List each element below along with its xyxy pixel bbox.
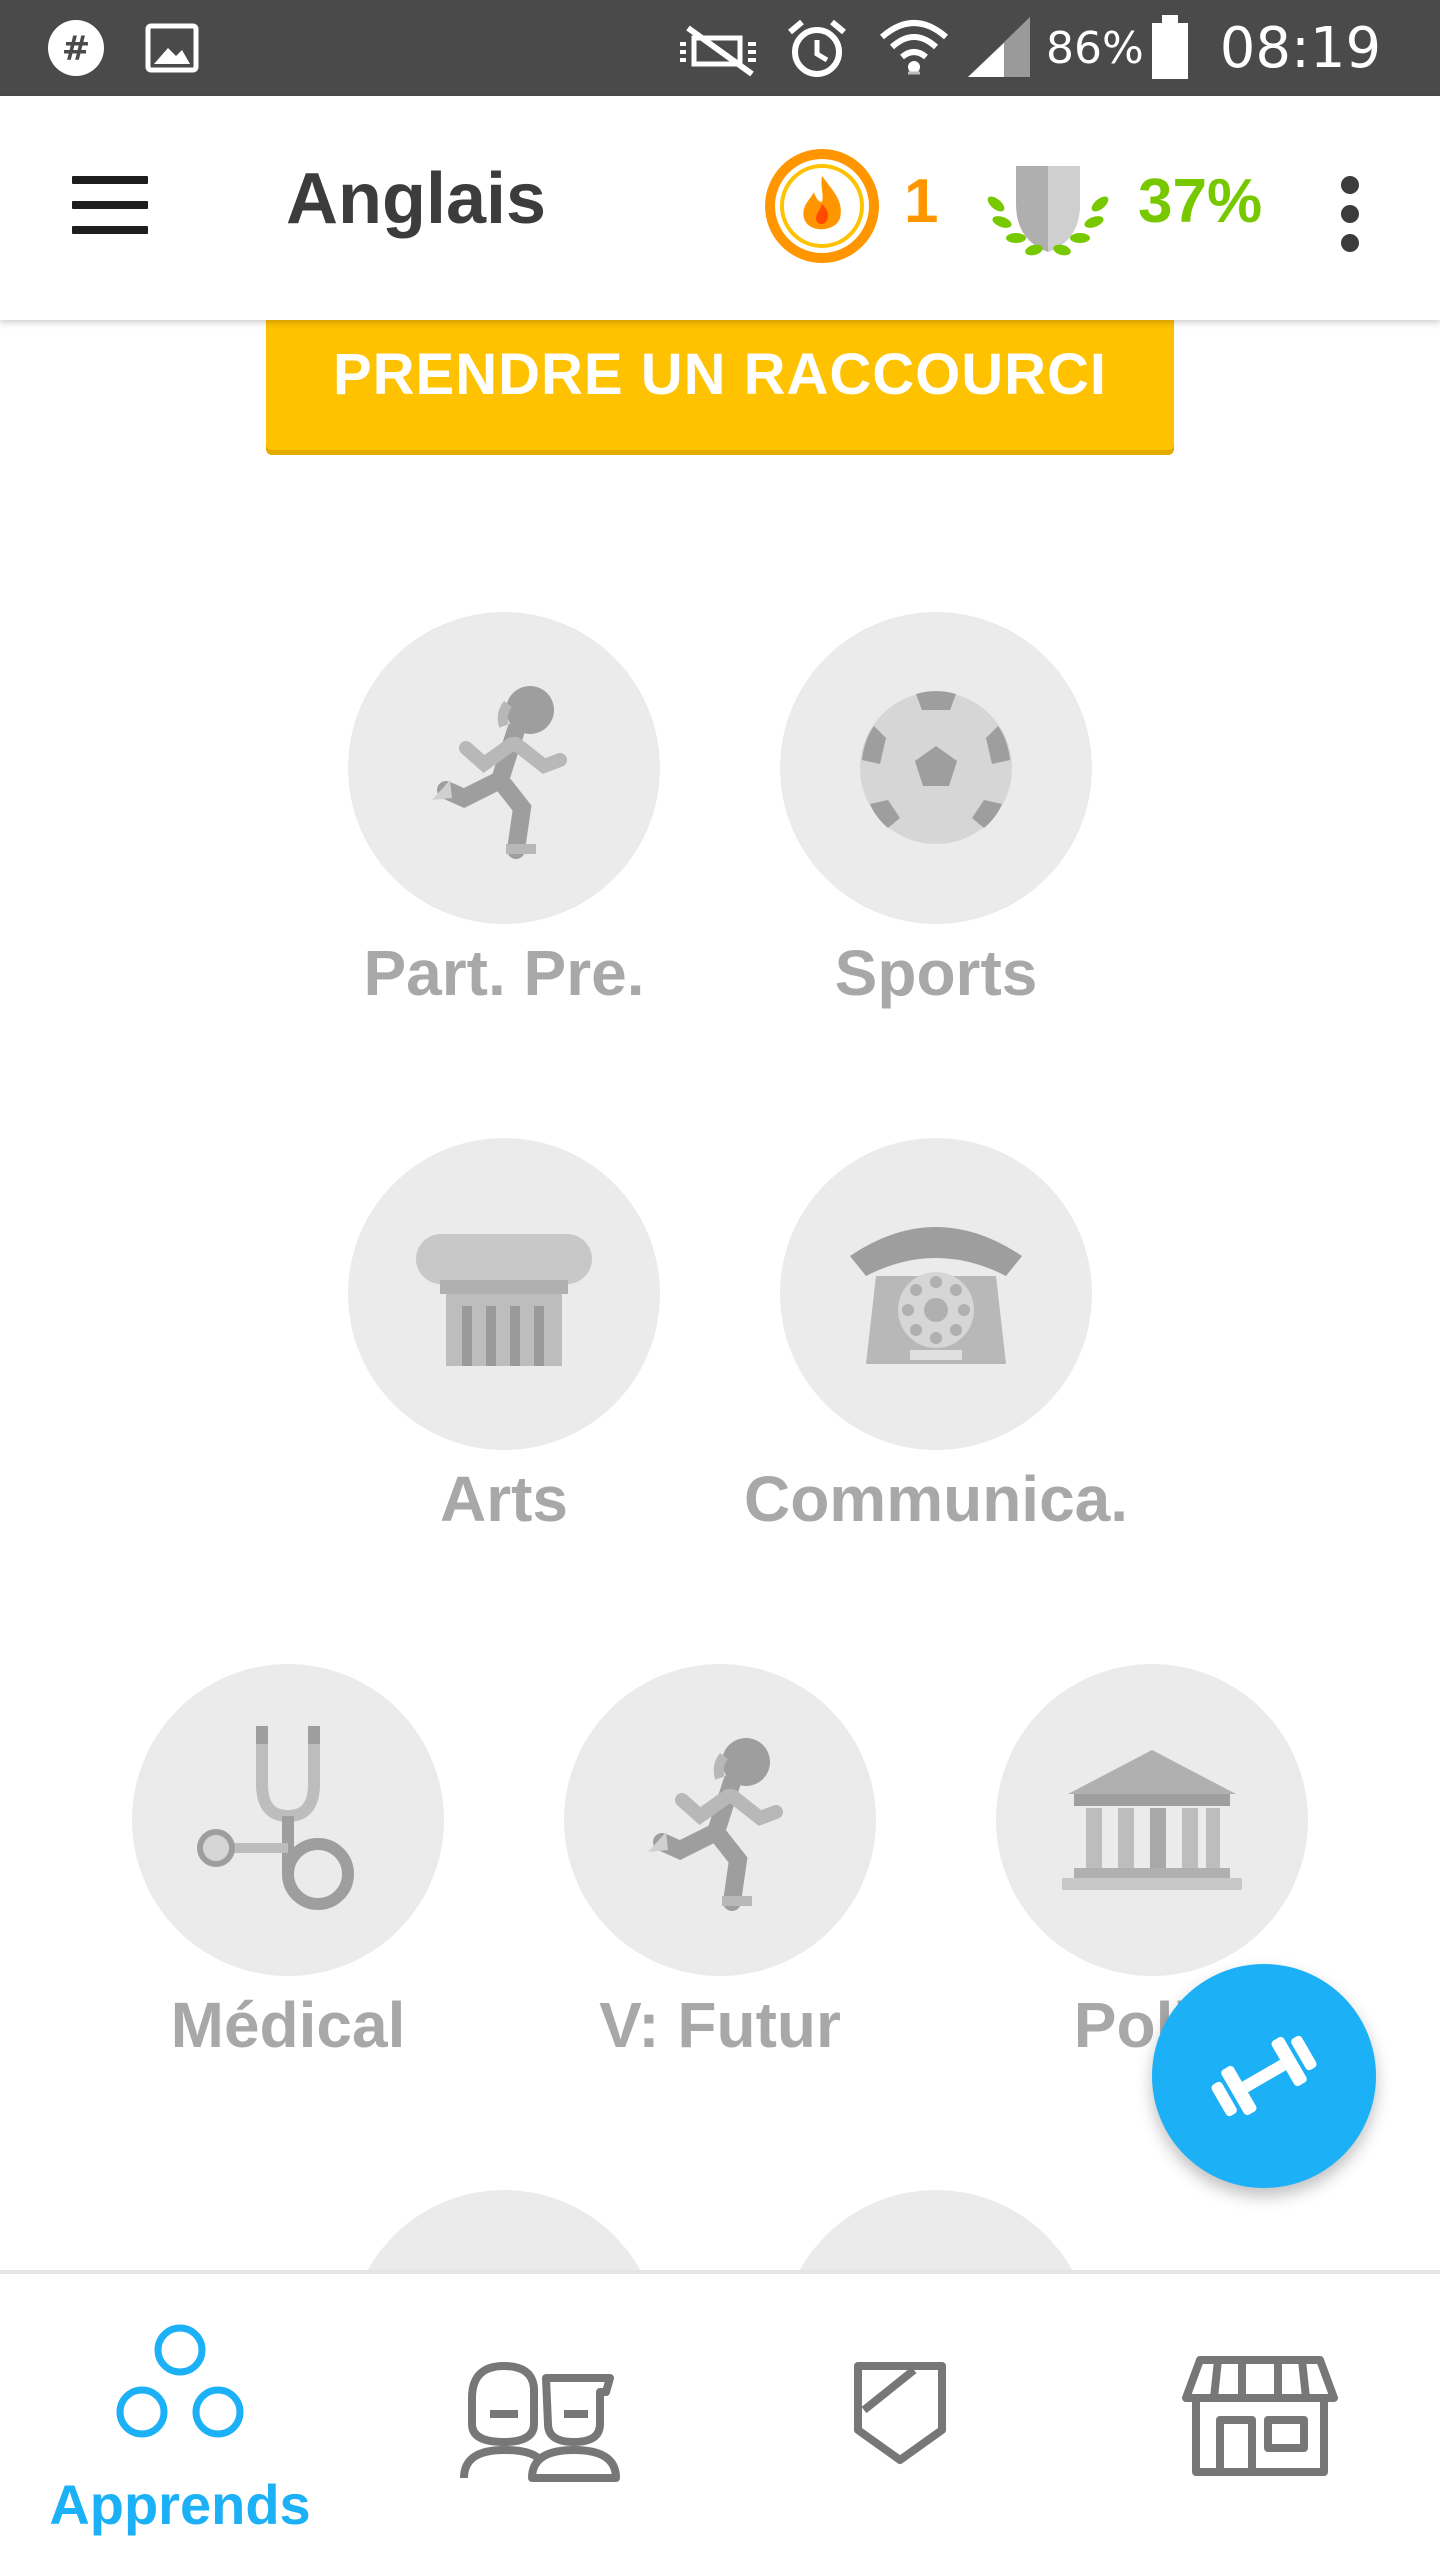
practice-button[interactable] [1152,1964,1376,2188]
battery-percent: 86% [1046,22,1144,74]
page-title[interactable]: Anglais [286,158,546,240]
clock: 08:19 [1219,15,1382,81]
skill-label: Part. Pre. [363,937,645,1009]
nav-learn-label: Apprends [49,2473,311,2536]
signal-icon [968,17,1030,77]
shield-icon [854,2362,946,2464]
learn-icon [116,2324,244,2438]
menu-icon[interactable] [72,176,148,240]
streak-count[interactable]: 1 [904,166,938,237]
skill-circle [132,1664,444,1976]
telephone-icon [850,1227,1022,1364]
nav-shop[interactable] [1080,2274,1440,2560]
dumbbell-icon [1211,2035,1317,2117]
runner-icon [648,1738,783,1911]
runner-icon [432,686,567,859]
skill-v-futur[interactable]: V: Futur [510,1664,930,2062]
fluency-shield-icon[interactable] [982,156,1114,266]
status-bar: # 86% 08:19 [0,0,1440,96]
fluency-percent[interactable]: 37% [1138,166,1262,237]
column-icon [416,1234,592,1366]
wifi-icon [880,20,948,75]
shop-icon [1182,2356,1338,2476]
skill-communica[interactable]: Communica. [726,1138,1146,1536]
mute-icon [680,25,756,77]
skill-medical[interactable]: Médical [78,1664,498,2062]
app-bar: Anglais 1 37% [0,96,1440,320]
skill-label: Arts [439,1463,569,1535]
battery-icon [1151,15,1188,79]
svg-text:#: # [62,29,91,69]
skill-arts[interactable]: Arts [294,1138,714,1536]
slack-icon: # [48,20,104,76]
skill-label: V: Futur [599,1989,841,2061]
skill-label: Sports [834,937,1038,1009]
skill-circle [780,612,1092,924]
skill-circle [348,1138,660,1450]
skill-circle [564,1664,876,1976]
skill-circle [348,2190,660,2270]
skill-partial[interactable] [726,2190,1146,2270]
streak-flame-icon[interactable] [764,148,880,264]
skill-circle [780,1138,1092,1450]
skill-label: Communica. [743,1463,1129,1535]
government-building-icon [1062,1750,1242,1890]
skill-label: Médical [170,1989,406,2061]
nav-shield[interactable] [720,2274,1080,2560]
skill-circle [996,1664,1308,1976]
shortcut-button[interactable]: PRENDRE UN RACCOURCI [266,320,1174,450]
bottom-nav: Apprends [0,2270,1440,2560]
nav-learn[interactable]: Apprends [0,2274,360,2560]
skill-partial[interactable] [294,2190,714,2270]
skill-circle [780,2190,1092,2270]
nav-friends[interactable] [360,2274,720,2560]
alarm-icon [788,19,846,77]
gallery-icon [145,23,199,73]
friends-icon [460,2362,620,2482]
skill-sports[interactable]: Sports [726,612,1146,1010]
soccer-ball-icon [860,691,1012,844]
overflow-menu-icon[interactable] [1330,176,1370,252]
skill-circle [348,612,660,924]
skill-part-pre[interactable]: Part. Pre. [294,612,714,1010]
stethoscope-icon [197,1726,354,1910]
